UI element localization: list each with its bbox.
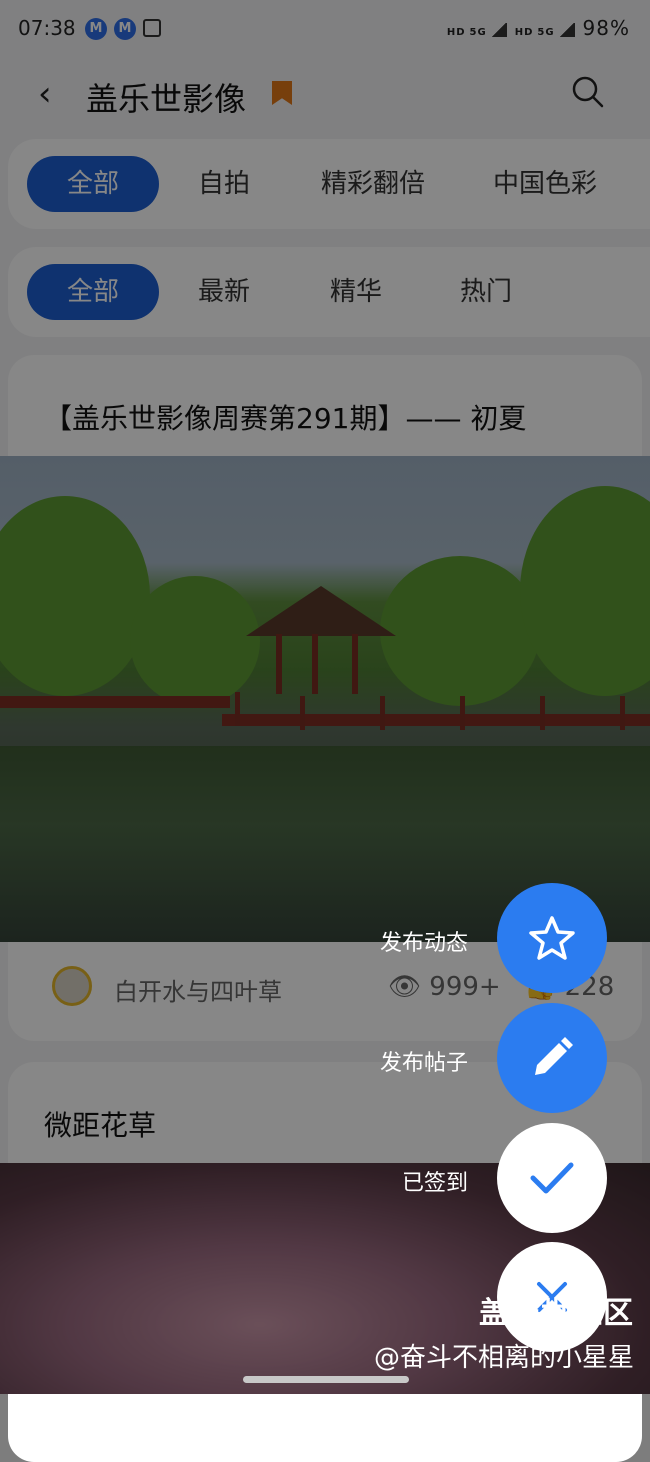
checkmark-icon xyxy=(530,1162,574,1194)
publish-post-button[interactable] xyxy=(497,1003,607,1113)
pencil-icon xyxy=(535,1037,573,1075)
watermark-title: 盖乐世社区 xyxy=(479,1296,634,1331)
star-icon xyxy=(529,916,575,960)
checked-in-label[interactable]: 已签到 xyxy=(308,1165,468,1197)
publish-moment-button[interactable] xyxy=(497,883,607,993)
publish-moment-label[interactable]: 发布动态 xyxy=(308,925,468,957)
publish-post-label[interactable]: 发布帖子 xyxy=(308,1045,468,1077)
home-indicator[interactable] xyxy=(243,1376,409,1383)
watermark-author: @奋斗不相离的小星星 xyxy=(373,1343,634,1373)
checked-in-button[interactable] xyxy=(497,1123,607,1233)
